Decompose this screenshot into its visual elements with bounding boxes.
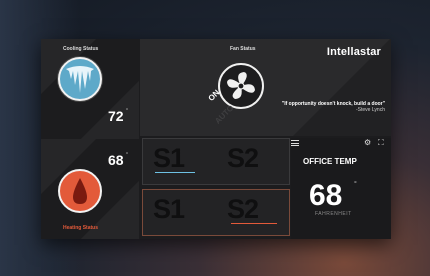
fan-indicator[interactable] xyxy=(218,63,264,109)
heating-title: Heating Status xyxy=(63,225,99,231)
switch-s2-label[interactable]: S2 xyxy=(227,143,259,174)
heating-temperature: 68 xyxy=(108,152,124,168)
heating-panel[interactable]: 68 ° Heating Status xyxy=(41,139,139,239)
gear-icon[interactable]: ⚙ xyxy=(364,139,371,147)
heating-degree: ° xyxy=(126,152,128,158)
office-temperature: 68 xyxy=(309,179,343,212)
heating-indicator[interactable] xyxy=(58,169,102,213)
menu-icon[interactable] xyxy=(291,140,299,146)
office-degree: ° xyxy=(354,181,357,188)
switch-row-top[interactable]: S1 S2 xyxy=(142,138,290,185)
office-temp-unit: FAHRENHEIT xyxy=(315,211,352,217)
expand-icon[interactable]: ⛶ xyxy=(378,139,384,147)
switch-panel: S1 S2 S1 S2 xyxy=(142,138,290,239)
switch-s1-active-underline xyxy=(155,172,195,173)
thermostat-dashboard: Cooling Status 72 ° 68 ° Heating Status … xyxy=(41,39,391,239)
fan-icon xyxy=(227,72,255,99)
icicle-icon xyxy=(66,66,94,93)
cooling-degree: ° xyxy=(126,108,128,114)
switch-s1-label[interactable]: S1 xyxy=(153,194,185,225)
fan-title: Fan Status xyxy=(230,46,256,52)
switch-s1-label[interactable]: S1 xyxy=(153,143,185,174)
cooling-title: Cooling Status xyxy=(63,46,99,52)
flame-icon xyxy=(73,178,87,204)
brand-logo: Intellastar xyxy=(326,46,381,58)
fan-mode-auto[interactable]: AUTO xyxy=(213,103,235,125)
switch-s2-label[interactable]: S2 xyxy=(227,194,259,225)
cooling-panel[interactable]: Cooling Status 72 ° xyxy=(41,39,139,139)
switch-row-bottom[interactable]: S1 S2 xyxy=(142,189,290,236)
quote-block: "If opportunity doesn't knock, build a d… xyxy=(282,101,385,113)
switch-s2-active-underline xyxy=(231,223,277,224)
office-temp-panel: ⚙ ⛶ OFFICE TEMP 68 ° FAHRENHEIT xyxy=(291,138,391,239)
office-temp-title: OFFICE TEMP xyxy=(303,157,357,166)
cooling-indicator[interactable] xyxy=(58,57,102,101)
cooling-temperature: 72 xyxy=(108,108,124,124)
quote-author: -Steve Lynch xyxy=(356,107,385,113)
fan-panel[interactable]: Fan Status ON AUTO Intellastar "If oppor… xyxy=(140,39,391,136)
